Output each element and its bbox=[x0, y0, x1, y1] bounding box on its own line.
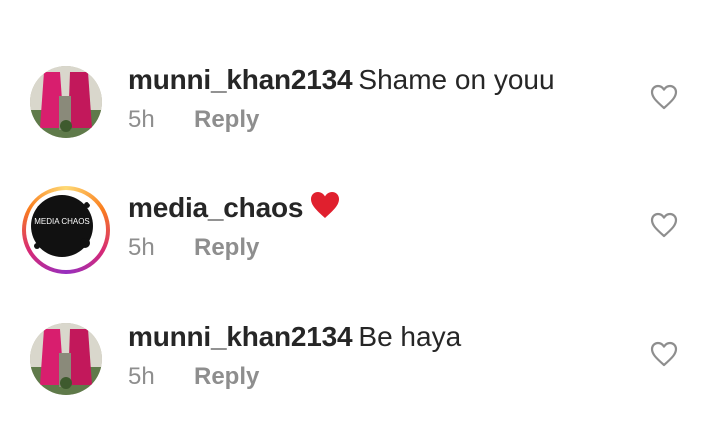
comment-time: 5h bbox=[128, 106, 155, 133]
reply-button[interactable]: Reply bbox=[194, 363, 259, 390]
heart-outline-icon bbox=[650, 212, 678, 238]
comment-meta: 5h Reply bbox=[128, 106, 259, 134]
like-button[interactable] bbox=[650, 84, 678, 110]
comment-text: Shame on youu bbox=[358, 64, 555, 95]
comment-body: munni_khan2134 Be haya bbox=[128, 319, 461, 355]
comment-meta: 5h Reply bbox=[128, 234, 259, 262]
avatar[interactable] bbox=[30, 323, 102, 395]
comment-body: media_chaos bbox=[128, 190, 341, 229]
comment-username[interactable]: munni_khan2134 bbox=[128, 64, 353, 95]
heart-outline-icon bbox=[650, 341, 678, 367]
heart-outline-icon bbox=[650, 84, 678, 110]
comment-username[interactable]: media_chaos bbox=[128, 192, 303, 223]
comment-item: MEDIA CHAOS media_chaos 5h Reply bbox=[0, 186, 720, 296]
comment-item: munni_khan2134 Be haya 5h Reply bbox=[0, 315, 720, 425]
comment-item: munni_khan2134 Shame on youu 5h Reply bbox=[0, 58, 720, 168]
comment-body: munni_khan2134 Shame on youu bbox=[128, 62, 555, 98]
reply-button[interactable]: Reply bbox=[194, 234, 259, 261]
comment-username[interactable]: munni_khan2134 bbox=[128, 321, 353, 352]
like-button[interactable] bbox=[650, 212, 678, 238]
comment-time: 5h bbox=[128, 234, 155, 261]
logo-text: MEDIA CHAOS bbox=[34, 217, 90, 226]
comment-time: 5h bbox=[128, 363, 155, 390]
comment-text: Be haya bbox=[358, 321, 462, 352]
reply-button[interactable]: Reply bbox=[194, 106, 259, 133]
red-heart-icon bbox=[309, 190, 341, 229]
comment-meta: 5h Reply bbox=[128, 363, 259, 391]
avatar[interactable] bbox=[30, 66, 102, 138]
like-button[interactable] bbox=[650, 341, 678, 367]
avatar[interactable]: MEDIA CHAOS bbox=[22, 186, 110, 274]
